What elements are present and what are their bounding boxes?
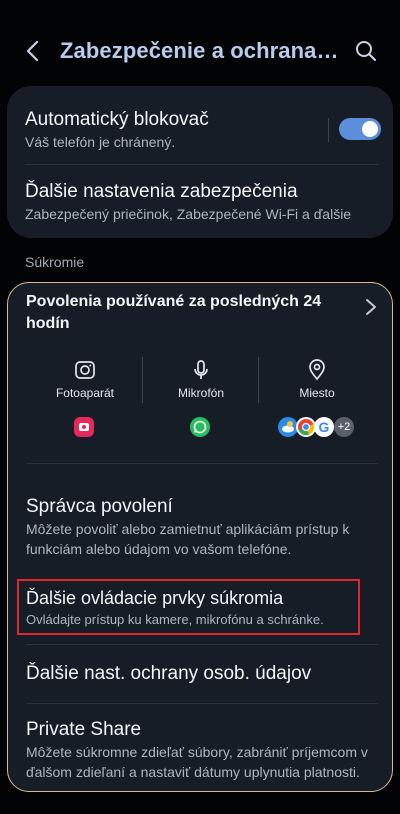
more-privacy-controls-title: Ďalšie ovládacie prvky súkromia (26, 588, 284, 608)
more-security-subtitle: Zabezpečený priečinok, Zabezpečené Wi-Fi… (25, 206, 352, 222)
chrome-app-icon (296, 417, 316, 437)
svg-text:G: G (319, 419, 330, 435)
divider (26, 703, 378, 704)
auto-blocker-row[interactable]: Automatický blokovač Váš telefón je chrá… (25, 108, 375, 152)
more-apps-badge: +2 (334, 417, 354, 437)
toggle-knob (362, 121, 378, 137)
more-privacy-controls-subtitle: Ovládajte prístup ku kamere, mikrofónu a… (26, 612, 324, 627)
google-app-icon: G (314, 417, 334, 437)
security-card: Automatický blokovač Váš telefón je chrá… (7, 86, 393, 238)
back-arrow-icon[interactable] (22, 38, 44, 64)
permission-manager-subtitle: Môžete povoliť alebo zamietnuť aplikáciá… (26, 521, 350, 557)
location-label: Miesto (299, 386, 335, 400)
divider (26, 463, 378, 464)
personal-data-protection-row[interactable]: Ďalšie nast. ochrany osob. údajov (26, 662, 374, 686)
auto-blocker-title: Automatický blokovač (25, 109, 209, 130)
page-title: Zabezpečenie a ochrana o... (60, 38, 342, 63)
whatsapp-app-icon (190, 417, 210, 437)
permission-manager-row[interactable]: Správca povolení Môžete povoliť alebo za… (26, 495, 374, 559)
weather-app-icon (278, 417, 298, 437)
auto-blocker-toggle[interactable] (339, 118, 381, 140)
privacy-card: Povolenia používané za posledných 24 hod… (7, 282, 393, 792)
private-share-subtitle: Môžete súkromne zdieľať súbory, zabrániť… (26, 744, 368, 780)
location-pin-icon (309, 359, 325, 381)
divider (25, 164, 379, 165)
permission-camera[interactable]: Fotoaparát (26, 359, 144, 400)
microphone-icon (194, 360, 208, 379)
permission-location[interactable]: Miesto (258, 359, 376, 400)
private-share-title: Private Share (26, 719, 142, 740)
permission-microphone[interactable]: Mikrofón (142, 359, 260, 400)
recent-permissions-title[interactable]: Povolenia používané za posledných 24 hod… (26, 291, 326, 335)
more-privacy-controls-row[interactable]: Ďalšie ovládacie prvky súkromia Ovládajt… (26, 586, 374, 630)
microphone-label: Mikrofón (177, 386, 224, 400)
app-header: Zabezpečenie a ochrana o... (0, 26, 400, 76)
more-security-row[interactable]: Ďalšie nastavenia zabezpečenia Zabezpeče… (25, 180, 375, 224)
divider (26, 644, 378, 645)
camera-app-icon (74, 417, 94, 437)
auto-blocker-subtitle: Váš telefón je chránený. (25, 134, 176, 150)
personal-data-protection-title: Ďalšie nast. ochrany osob. údajov (26, 663, 312, 684)
toggle-separator (328, 118, 329, 142)
search-icon[interactable] (354, 39, 378, 63)
more-security-title: Ďalšie nastavenia zabezpečenia (25, 181, 298, 202)
camera-icon (75, 361, 95, 379)
chevron-right-icon[interactable] (364, 297, 378, 317)
camera-label: Fotoaparát (55, 386, 115, 400)
private-share-row[interactable]: Private Share Môžete súkromne zdieľať sú… (26, 718, 374, 782)
privacy-section-label: Súkromie (25, 254, 85, 270)
permission-manager-title: Správca povolení (26, 496, 173, 517)
